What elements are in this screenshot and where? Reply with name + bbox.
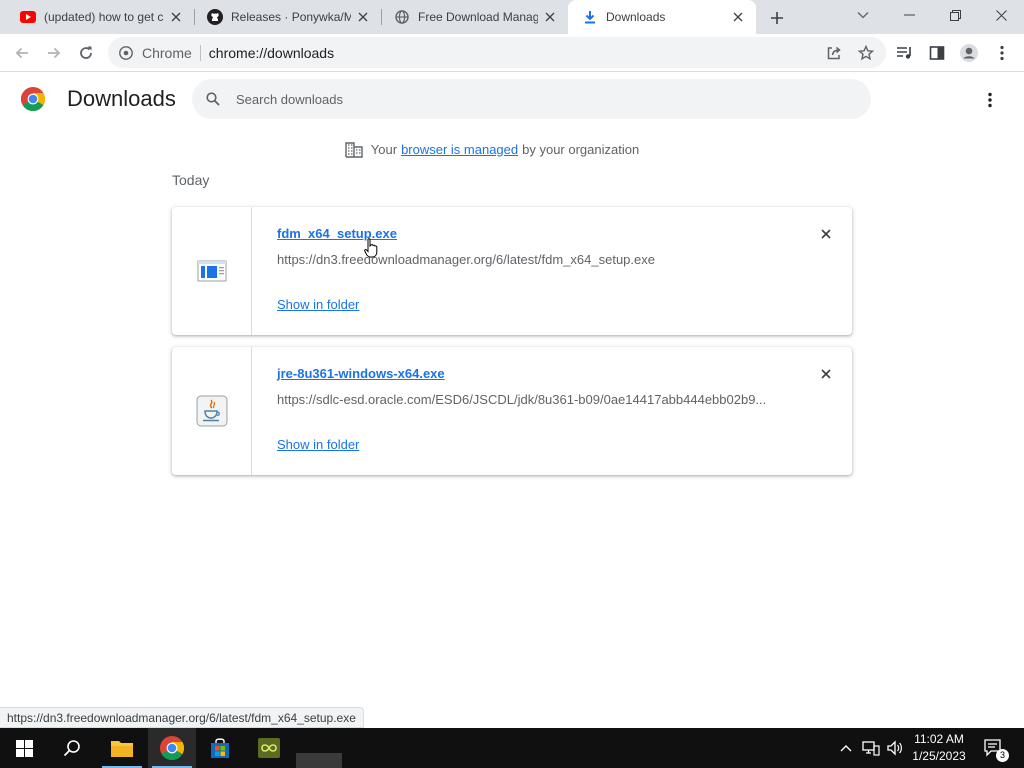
close-tab-icon[interactable] — [168, 9, 184, 25]
close-tab-icon[interactable] — [542, 9, 558, 25]
more-actions-icon[interactable] — [978, 88, 1002, 112]
share-icon[interactable] — [824, 43, 844, 63]
file-icon-column — [172, 207, 252, 335]
taskbar-store[interactable] — [196, 728, 244, 768]
chrome-logo-icon — [21, 87, 45, 111]
taskbar-file-explorer[interactable] — [98, 728, 146, 768]
remove-download-close-icon[interactable] — [817, 365, 835, 383]
omnibox-divider — [199, 44, 201, 61]
clock-date: 1/25/2023 — [912, 749, 966, 763]
file-name-link[interactable]: jre-8u361-windows-x64.exe — [277, 366, 445, 381]
window-preview-block — [296, 753, 342, 768]
close-window-button[interactable] — [978, 0, 1024, 30]
windows-taskbar: 11:02 AM 1/25/2023 3 — [0, 728, 1024, 768]
youtube-icon — [20, 9, 36, 25]
managed-prefix: Your — [370, 141, 398, 157]
taskbar-chrome[interactable] — [148, 728, 196, 768]
tab-youtube[interactable]: (updated) how to get c — [0, 0, 194, 34]
search-input[interactable] — [236, 91, 836, 107]
reload-button[interactable] — [72, 39, 100, 67]
page-title: Downloads — [67, 86, 176, 111]
tab-title: (updated) how to get c — [44, 10, 164, 24]
chrome-icon — [160, 736, 184, 760]
downloads-header: Downloads — [0, 72, 1024, 128]
close-tab-icon[interactable] — [730, 9, 746, 25]
tab-strip: (updated) how to get c Releases · Ponywk… — [0, 0, 1024, 34]
search-box[interactable] — [192, 79, 871, 119]
volume-icon[interactable] — [884, 728, 906, 768]
taskbar-window-preview[interactable] — [296, 728, 342, 768]
store-icon — [211, 738, 229, 758]
windows-logo-icon — [15, 739, 33, 757]
show-in-folder-link[interactable]: Show in folder — [277, 297, 359, 312]
network-icon[interactable] — [860, 728, 882, 768]
notification-count-badge: 3 — [996, 749, 1009, 762]
file-icon-column — [172, 347, 252, 475]
file-source-url[interactable]: https://sdlc-esd.oracle.com/ESD6/JSCDL/j… — [277, 392, 777, 407]
restore-button[interactable] — [932, 0, 978, 30]
hand-cursor-icon — [364, 238, 378, 258]
globe-icon — [394, 9, 410, 25]
file-name-link[interactable]: fdm_x64_setup.exe — [277, 226, 397, 241]
taskbar-app[interactable] — [245, 728, 293, 768]
action-center-button[interactable]: 3 — [978, 728, 1010, 768]
taskbar-clock[interactable]: 11:02 AM 1/25/2023 — [904, 731, 974, 765]
browser-managed-link[interactable]: browser is managed — [401, 142, 518, 157]
tab-downloads[interactable]: Downloads — [568, 0, 756, 34]
github-icon — [207, 9, 223, 25]
omnibox[interactable]: Chrome chrome://downloads — [108, 37, 886, 68]
media-queue-icon[interactable] — [891, 39, 919, 67]
bookmark-star-icon[interactable] — [856, 43, 876, 63]
chrome-menu-icon[interactable] — [988, 39, 1016, 67]
date-section-title: Today — [172, 172, 210, 188]
forward-button[interactable] — [40, 39, 68, 67]
side-panel-icon[interactable] — [923, 39, 951, 67]
start-button[interactable] — [0, 728, 48, 768]
download-icon — [582, 9, 598, 25]
file-source-url[interactable]: https://dn3.freedownloadmanager.org/6/la… — [277, 252, 777, 267]
clock-time: 11:02 AM — [914, 732, 964, 746]
managed-suffix: by your organization — [522, 141, 640, 157]
chrome-site-icon — [118, 45, 134, 61]
browser-toolbar: Chrome chrome://downloads — [0, 34, 1024, 72]
minimize-button[interactable] — [886, 0, 932, 30]
search-icon — [204, 90, 222, 108]
java-icon — [196, 395, 227, 427]
omnibox-url[interactable]: chrome://downloads — [209, 45, 334, 61]
remove-download-close-icon[interactable] — [817, 225, 835, 243]
search-icon — [63, 740, 80, 757]
folder-icon — [111, 741, 133, 757]
link-status-bubble: https://dn3.freedownloadmanager.org/6/la… — [0, 707, 364, 728]
profile-avatar-icon[interactable] — [955, 39, 983, 67]
app-infinity-icon — [258, 738, 280, 758]
omnibox-chip: Chrome — [142, 44, 192, 61]
close-tab-icon[interactable] — [355, 9, 371, 25]
tab-github[interactable]: Releases · Ponywka/Mu — [187, 0, 381, 34]
back-button[interactable] — [8, 39, 36, 67]
tab-title: Free Download Manag — [418, 10, 538, 24]
tab-title: Releases · Ponywka/Mu — [231, 10, 351, 24]
taskbar-search-button[interactable] — [48, 728, 96, 768]
show-in-folder-link[interactable]: Show in folder — [277, 437, 359, 452]
managed-notice: Your browser is managed by your organiza… — [0, 140, 1024, 158]
tab-search-chevron-down-icon[interactable] — [840, 0, 886, 30]
download-item: fdm_x64_setup.exe https://dn3.freedownlo… — [172, 207, 852, 335]
download-item: jre-8u361-windows-x64.exe https://sdlc-e… — [172, 347, 852, 475]
building-icon — [345, 142, 363, 158]
tab-title: Downloads — [606, 10, 666, 24]
show-hidden-icons-chevron-up-icon[interactable] — [836, 728, 856, 768]
installer-icon — [197, 260, 226, 282]
new-tab-button[interactable] — [766, 7, 788, 29]
tab-free-download-manager[interactable]: Free Download Manag — [374, 0, 568, 34]
